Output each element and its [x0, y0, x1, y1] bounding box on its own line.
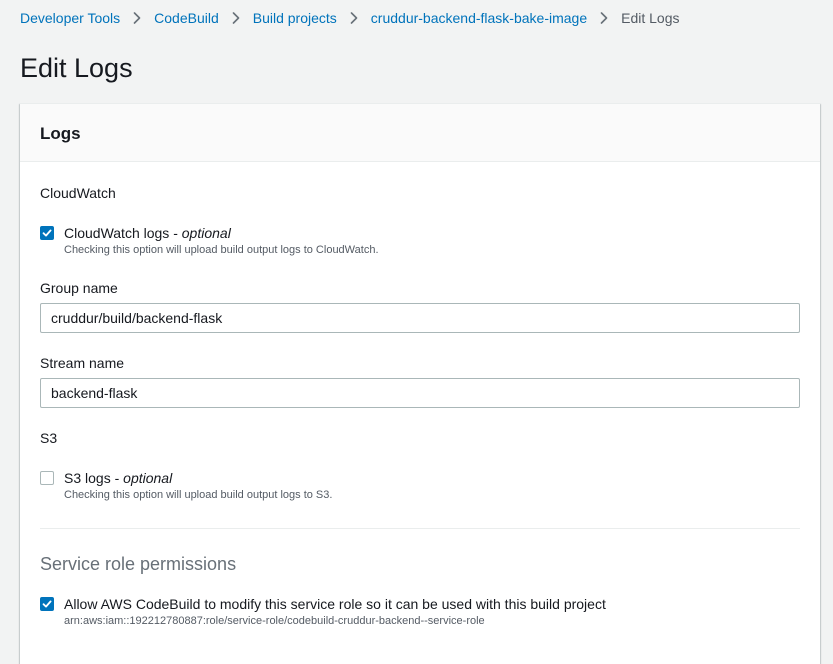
checkmark-icon	[42, 600, 52, 608]
group-name-input[interactable]	[40, 303, 800, 333]
service-role-heading: Service role permissions	[40, 554, 237, 574]
logs-panel: Logs CloudWatch CloudWatch logs - option…	[20, 103, 820, 664]
cloudwatch-logs-description: Checking this option will upload build o…	[64, 244, 379, 256]
chevron-right-icon	[587, 9, 621, 27]
cloudwatch-logs-label-text: CloudWatch logs	[64, 225, 170, 241]
s3-logs-checkbox[interactable]	[40, 471, 54, 485]
s3-logs-label-text: S3 logs	[64, 470, 111, 486]
cloudwatch-logs-label[interactable]: CloudWatch logs - optional	[64, 224, 379, 242]
s3-logs-option: S3 logs - optional Checking this option …	[40, 469, 332, 502]
service-role-checkbox[interactable]	[40, 597, 54, 611]
service-role-option: Allow AWS CodeBuild to modify this servi…	[40, 595, 606, 628]
panel-title: Logs	[40, 124, 81, 143]
chevron-right-icon	[120, 9, 154, 27]
panel-header: Logs	[20, 104, 820, 162]
s3-logs-optional: optional	[123, 470, 173, 486]
page-title: Edit Logs	[20, 53, 133, 83]
breadcrumb-developer-tools[interactable]: Developer Tools	[20, 10, 120, 26]
chevron-right-icon	[337, 9, 371, 27]
breadcrumb-current: Edit Logs	[621, 10, 680, 26]
s3-logs-description: Checking this option will upload build o…	[64, 489, 333, 501]
breadcrumb: Developer Tools CodeBuild Build projects…	[20, 9, 680, 27]
breadcrumb-project[interactable]: cruddur-backend-flask-bake-image	[371, 10, 587, 26]
cloudwatch-section-label: CloudWatch	[40, 185, 116, 201]
cloudwatch-logs-checkbox[interactable]	[40, 226, 54, 240]
stream-name-label: Stream name	[40, 355, 125, 371]
s3-logs-label[interactable]: S3 logs - optional	[64, 469, 332, 487]
service-role-arn: arn:aws:iam::192212780887:role/service-r…	[64, 615, 485, 627]
breadcrumb-build-projects[interactable]: Build projects	[253, 10, 337, 26]
s3-section-label: S3	[40, 430, 58, 446]
group-name-label: Group name	[40, 280, 118, 296]
stream-name-input[interactable]	[40, 378, 800, 408]
cloudwatch-logs-option: CloudWatch logs - optional Checking this…	[40, 224, 379, 257]
checkmark-icon	[42, 229, 52, 237]
section-divider	[40, 528, 800, 529]
breadcrumb-codebuild[interactable]: CodeBuild	[154, 10, 219, 26]
service-role-label[interactable]: Allow AWS CodeBuild to modify this servi…	[64, 595, 606, 613]
chevron-right-icon	[219, 9, 253, 27]
cloudwatch-logs-optional: optional	[181, 225, 231, 241]
